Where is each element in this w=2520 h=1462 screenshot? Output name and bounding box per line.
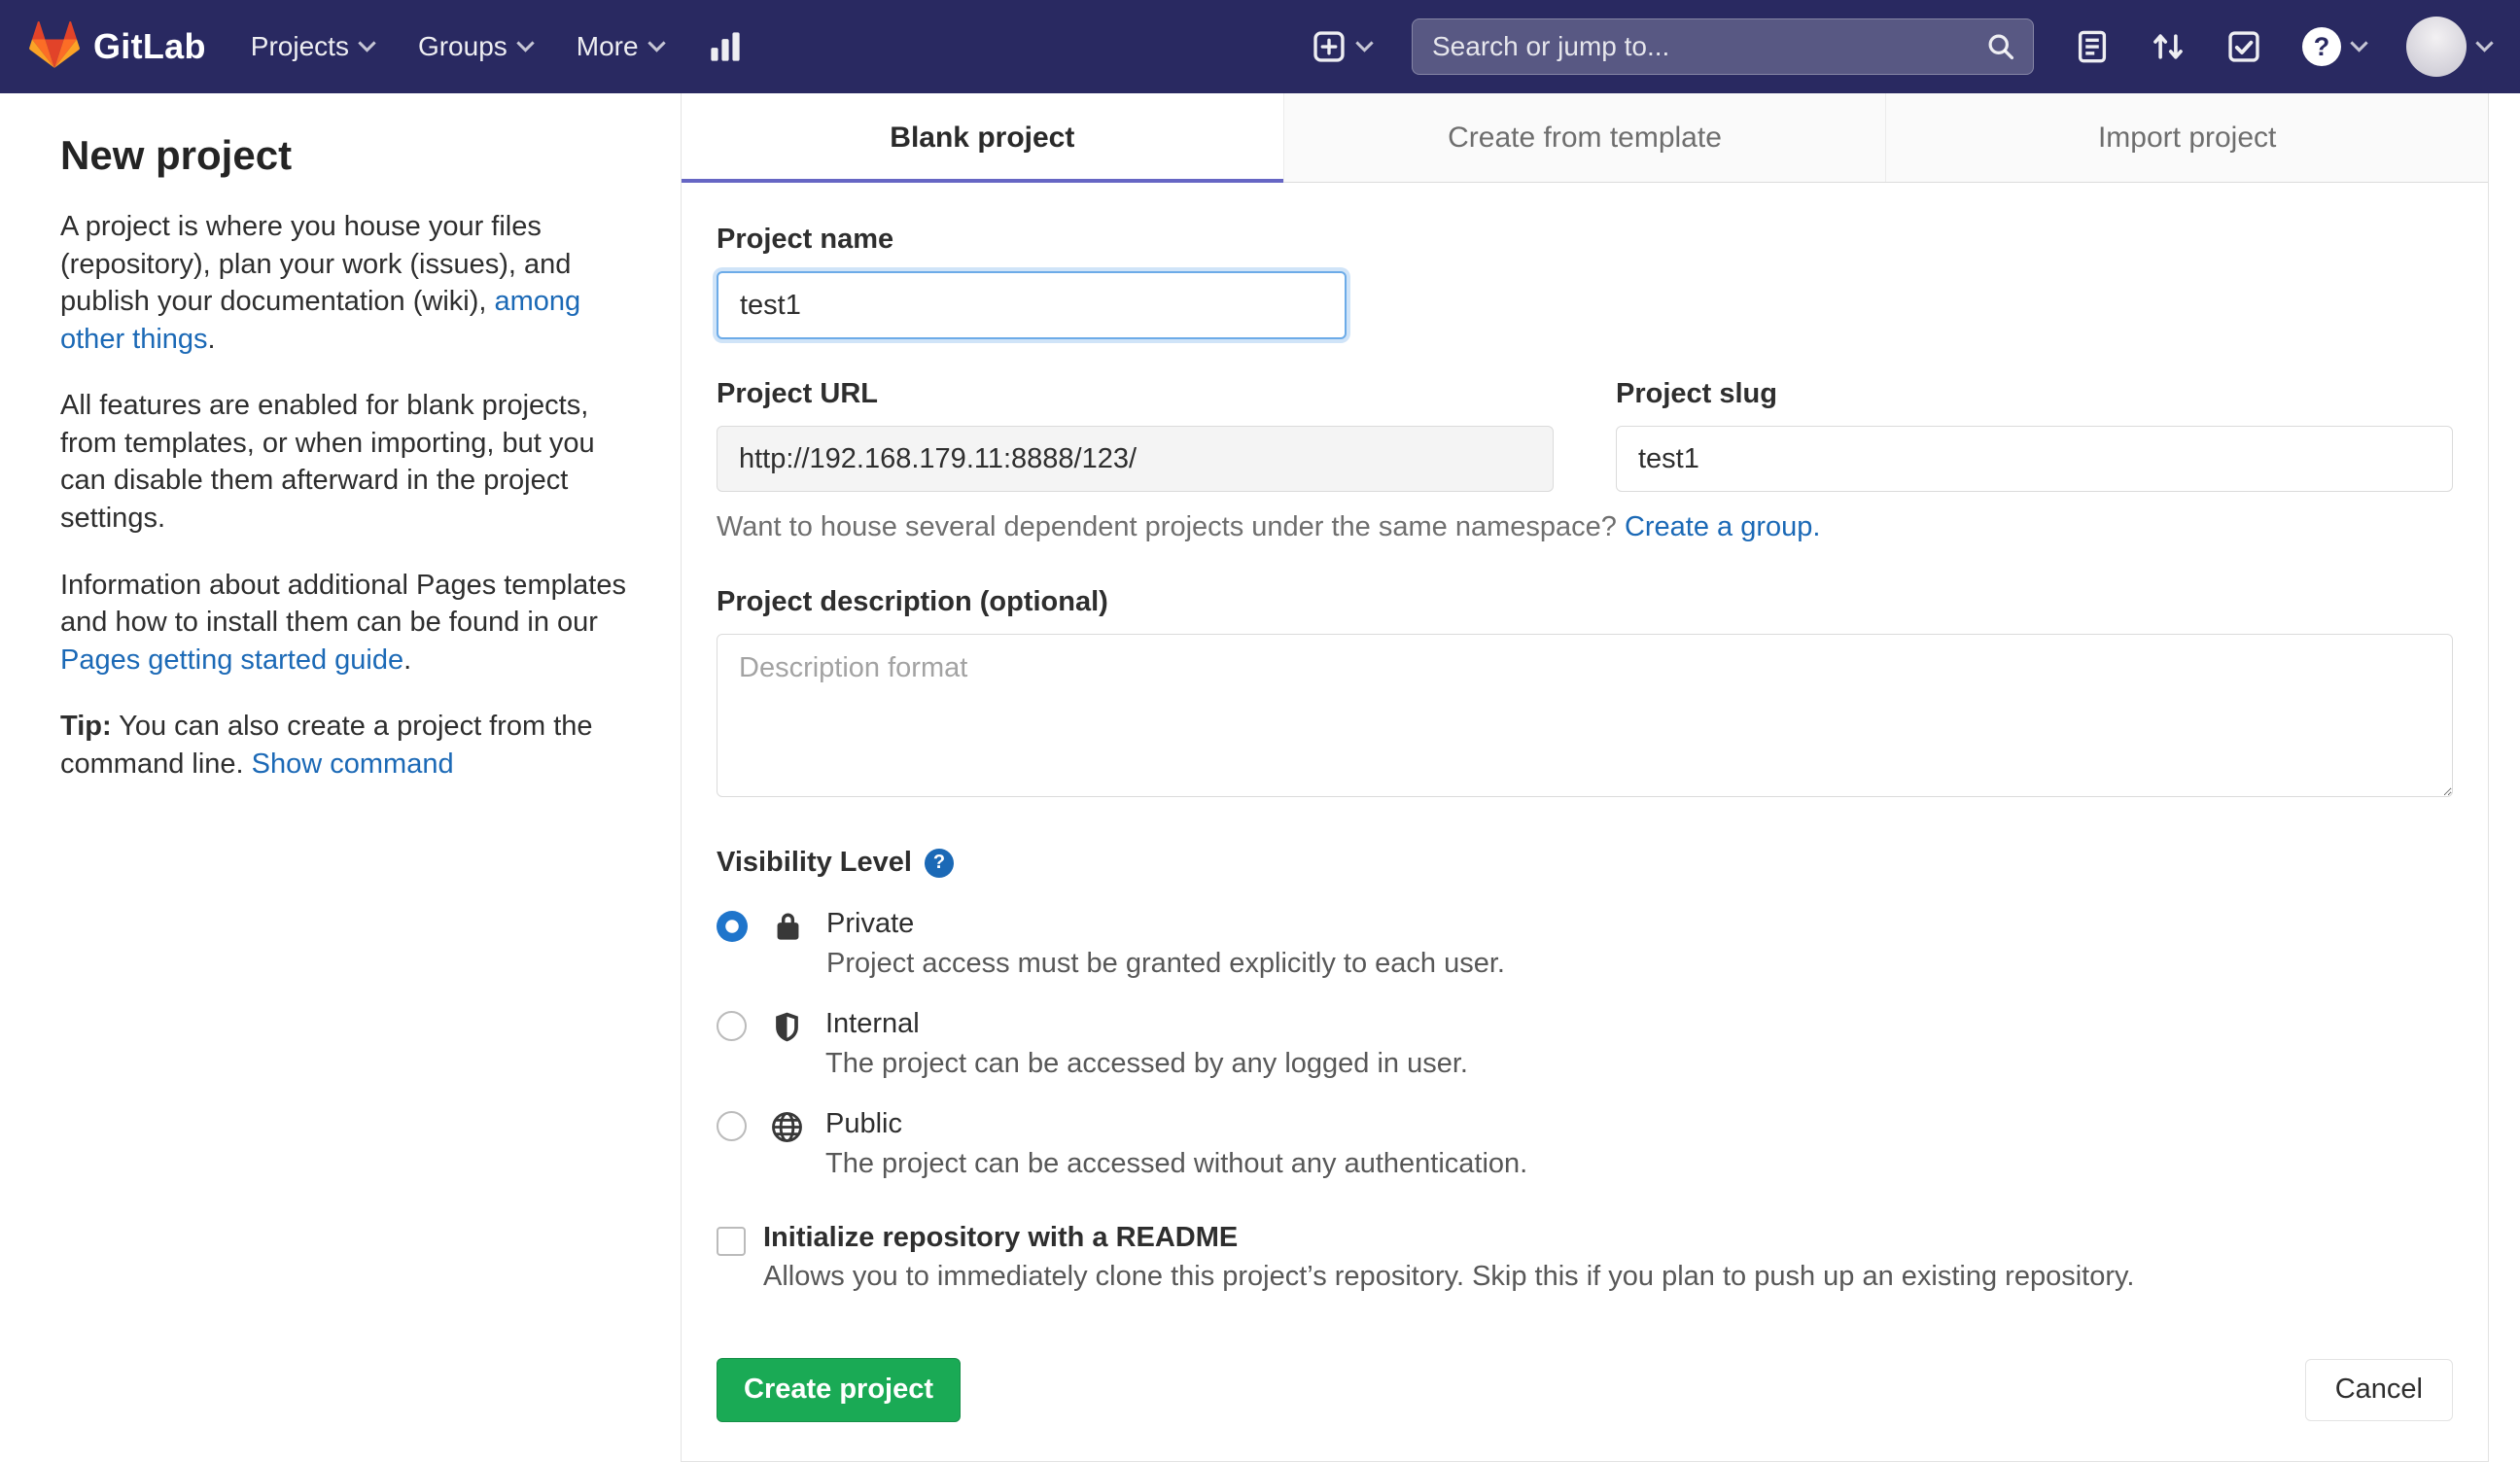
intro-text-end: . (207, 323, 216, 355)
show-command-link[interactable]: Show command (252, 748, 454, 780)
visibility-option-internal[interactable]: Internal The project can be accessed by … (717, 1006, 2453, 1083)
globe-icon (770, 1110, 804, 1144)
chevron-down-icon (2350, 33, 2368, 52)
project-name-input[interactable] (717, 271, 1347, 339)
namespace-hint-text: Want to house several dependent projects… (717, 511, 1617, 542)
chevron-down-icon (647, 33, 666, 52)
project-name-label: Project name (717, 224, 894, 255)
brand-name: GitLab (93, 26, 206, 66)
internal-option-name: Internal (825, 1007, 920, 1039)
tab-create-from-template[interactable]: Create from template (1282, 93, 1886, 182)
tip-paragraph: Tip: You can also create a project from … (60, 708, 634, 783)
merge-requests-icon[interactable] (2151, 29, 2186, 64)
nav-groups-label: Groups (417, 31, 508, 61)
sidebar-features-paragraph: All features are enabled for blank proje… (60, 390, 595, 534)
readme-option-text: Initialize repository with a README Allo… (763, 1222, 2134, 1296)
avatar (2406, 17, 2467, 77)
private-option-name: Private (826, 908, 915, 939)
internal-radio[interactable] (717, 1010, 747, 1041)
readme-checkbox[interactable] (717, 1226, 746, 1256)
pages-guide-link[interactable]: Pages getting started guide (60, 644, 403, 676)
help-icon: ? (2302, 27, 2341, 66)
tip-label: Tip: (60, 711, 112, 743)
create-project-button[interactable]: Create project (717, 1357, 962, 1422)
initialize-readme-option[interactable]: Initialize repository with a README Allo… (717, 1222, 2453, 1296)
main-nav: Projects Groups More (251, 29, 743, 64)
visibility-help-icon[interactable]: ? (924, 848, 954, 878)
chevron-down-icon (358, 33, 376, 52)
gitlab-logo-icon (29, 20, 80, 73)
cancel-button[interactable]: Cancel (2304, 1358, 2453, 1421)
private-option-text: Private Project access must be granted e… (826, 906, 1505, 983)
tab-import-project[interactable]: Import project (1885, 93, 2489, 182)
blank-project-form: Project name Project URL Project slug Wa… (682, 183, 2488, 1461)
visibility-level-header: Visibility Level ? (717, 847, 2453, 879)
create-group-link[interactable]: Create a group. (1625, 511, 1821, 542)
new-project-panel: Blank project Create from template Impor… (681, 93, 2489, 1462)
readme-label: Initialize repository with a README (763, 1221, 1239, 1253)
public-option-text: Public The project can be accessed witho… (825, 1106, 1527, 1183)
readme-desc: Allows you to immediately clone this pro… (763, 1260, 2135, 1292)
project-tabs: Blank project Create from template Impor… (682, 93, 2489, 183)
project-slug-input[interactable] (1616, 426, 2453, 492)
pages-text-end: . (403, 644, 412, 676)
private-option-desc: Project access must be granted explicitl… (826, 948, 1505, 980)
new-project-page: New project A project is where you house… (0, 93, 2520, 1462)
namespace-hint: Want to house several dependent projects… (717, 511, 2453, 543)
new-project-sidebar: New project A project is where you house… (0, 93, 681, 812)
navbar-right: ? (1312, 17, 2494, 77)
visibility-option-public[interactable]: Public The project can be accessed witho… (717, 1106, 2453, 1183)
nav-more[interactable]: More (576, 31, 666, 62)
nav-projects-label: Projects (250, 31, 349, 61)
chevron-down-icon (1355, 33, 1374, 52)
project-url-column: Project URL (717, 378, 1554, 492)
pages-text: Information about additional Pages templ… (60, 569, 626, 639)
project-slug-label: Project slug (1616, 378, 1777, 409)
nav-more-label: More (576, 31, 639, 61)
sidebar-intro-paragraph: A project is where you house your files … (60, 208, 634, 358)
issues-icon[interactable] (2075, 29, 2110, 64)
user-menu-button[interactable] (2406, 17, 2494, 77)
gitlab-home-link[interactable]: GitLab (29, 20, 206, 73)
form-actions: Create project Cancel (717, 1357, 2453, 1422)
chevron-down-icon (2475, 33, 2494, 52)
new-menu-button[interactable] (1312, 29, 1374, 64)
public-option-desc: The project can be accessed without any … (825, 1148, 1528, 1180)
top-navbar: GitLab Projects Groups More Search or ju… (0, 0, 2520, 93)
project-description-label: Project description (optional) (717, 586, 1108, 617)
tab-blank-project[interactable]: Blank project (682, 93, 1283, 183)
public-option-name: Public (825, 1107, 902, 1139)
todos-icon[interactable] (2226, 29, 2261, 64)
global-search[interactable] (1412, 18, 2034, 75)
analytics-chart-icon[interactable] (708, 29, 743, 64)
chevron-down-icon (516, 33, 535, 52)
visibility-level-label: Visibility Level (717, 847, 912, 878)
project-url-label: Project URL (717, 378, 878, 409)
lock-icon (771, 910, 805, 944)
search-icon (1986, 32, 2015, 61)
project-url-input[interactable] (717, 426, 1554, 492)
project-slug-column: Project slug (1616, 378, 2453, 492)
private-radio[interactable] (717, 911, 748, 942)
page-title: New project (60, 132, 293, 178)
help-menu-button[interactable]: ? (2302, 27, 2368, 66)
search-input[interactable] (1430, 30, 1986, 63)
internal-option-desc: The project can be accessed by any logge… (825, 1048, 1468, 1080)
project-description-input[interactable] (717, 634, 2453, 797)
url-slug-row: Project URL Project slug (717, 378, 2453, 492)
nav-projects[interactable]: Projects (250, 31, 376, 62)
shield-icon (770, 1010, 804, 1044)
plus-square-icon (1312, 29, 1347, 64)
public-radio[interactable] (717, 1110, 747, 1141)
nav-groups[interactable]: Groups (417, 31, 535, 62)
internal-option-text: Internal The project can be accessed by … (825, 1006, 1468, 1083)
visibility-option-private[interactable]: Private Project access must be granted e… (717, 906, 2453, 983)
sidebar-pages-paragraph: Information about additional Pages templ… (60, 567, 634, 679)
